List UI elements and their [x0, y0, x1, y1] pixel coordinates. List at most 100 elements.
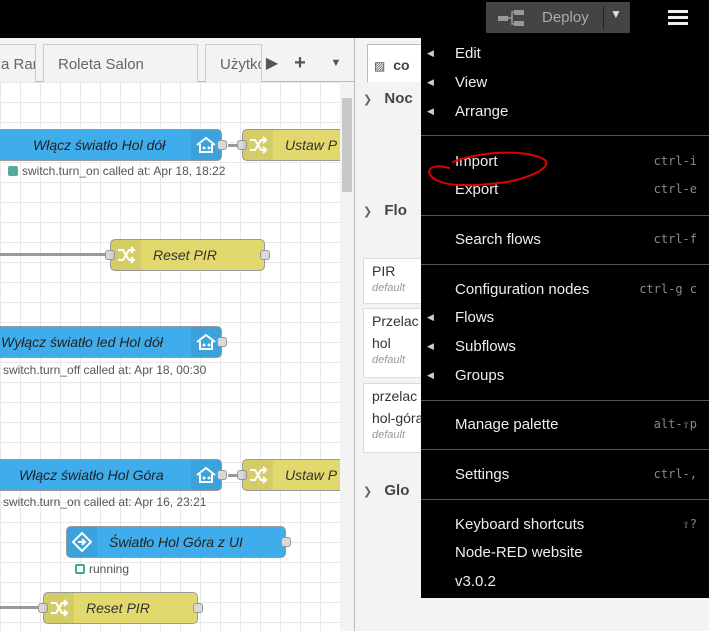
deploy-separator — [603, 6, 604, 29]
scroll-tabs-right-icon[interactable]: ▶ — [262, 48, 282, 78]
tab-list-chevron-down-icon[interactable]: ▼ — [326, 48, 346, 78]
menu-item-label: Flows — [455, 308, 495, 326]
status-ring — [75, 564, 85, 574]
sidebar-tab-label: co — [393, 57, 410, 73]
service-node[interactable]: Wyłącz światło led Hol dół — [0, 326, 227, 358]
tab-roleta-salon[interactable]: Roleta Salon — [43, 44, 198, 82]
node-status: switch.turn_on called at: Apr 16, 23:21 — [3, 495, 206, 509]
main-menu-button[interactable] — [664, 4, 694, 32]
tab-flow-1[interactable]: a Rar — [0, 44, 36, 82]
menu-item-label: Node-RED website — [455, 543, 583, 561]
menu-item-shortcut: ⇧? — [682, 517, 697, 531]
status-text: switch.turn_off called at: Apr 18, 00:30 — [3, 363, 207, 377]
shuffle-icon — [44, 593, 74, 623]
wire — [0, 606, 40, 609]
output-port[interactable] — [217, 337, 227, 347]
caret-left-icon: ◀ — [427, 105, 434, 116]
output-port[interactable] — [193, 603, 203, 613]
node-label: Ustaw P — [285, 137, 338, 153]
tab-label: a Rar — [1, 56, 36, 73]
shuffle-icon — [243, 130, 273, 160]
menu-item-groups[interactable]: ◀ Groups — [421, 361, 709, 389]
menu-item-label: Groups — [455, 366, 505, 384]
menu-item-label: Settings — [455, 465, 510, 483]
menu-item-node-red-website[interactable]: Node-RED website — [421, 538, 709, 566]
deploy-button[interactable]: Deploy ▼ — [486, 2, 630, 33]
node-label: Włącz światło Hol Góra — [19, 467, 164, 483]
menu-item-label: Edit — [455, 44, 481, 62]
add-flow-icon[interactable]: + — [288, 48, 312, 78]
menu-item-label: Manage palette — [455, 415, 559, 433]
tab-label: Roleta Salon — [58, 56, 144, 73]
node-label: Reset PIR — [153, 247, 217, 263]
node-label: Reset PIR — [86, 600, 150, 616]
menu-item-keyboard-shortcuts[interactable]: Keyboard shortcuts ⇧? — [421, 510, 709, 538]
node-label: Wyłącz światło led Hol dół — [1, 334, 163, 350]
output-port[interactable] — [217, 470, 227, 480]
caret-left-icon: ◀ — [427, 369, 434, 380]
main-menu-dropdown: ◀ Edit ◀ View ◀ Arrange Import ctrl-i Ex… — [421, 38, 709, 598]
menu-item-label: Search flows — [455, 230, 541, 248]
menu-item-edit[interactable]: ◀ Edit — [421, 39, 709, 67]
menu-item-search-flows[interactable]: Search flows ctrl-f — [421, 225, 709, 253]
scrollbar-thumb[interactable] — [342, 98, 352, 192]
chevron-down-icon: ❯ — [363, 94, 373, 106]
hamburger-bar — [668, 16, 688, 19]
canvas-vertical-scrollbar[interactable] — [340, 82, 354, 631]
deploy-dropdown-icon[interactable]: ▼ — [610, 7, 622, 21]
menu-item-flows[interactable]: ◀ Flows — [421, 303, 709, 331]
shuffle-icon — [111, 240, 141, 270]
menu-item-shortcut: ctrl-g c — [639, 282, 697, 296]
change-node[interactable]: Ustaw P — [237, 129, 340, 161]
output-port[interactable] — [281, 537, 291, 547]
menu-separator — [421, 449, 709, 450]
section-title: Noc — [384, 90, 413, 107]
menu-item-view[interactable]: ◀ View — [421, 68, 709, 96]
menu-item-configuration-nodes[interactable]: Configuration nodes ctrl-g c — [421, 275, 709, 303]
menu-separator — [421, 400, 709, 401]
caret-left-icon: ◀ — [427, 311, 434, 322]
section-title: Glo — [384, 482, 410, 499]
menu-item-settings[interactable]: Settings ctrl-, — [421, 460, 709, 488]
change-node[interactable]: Ustaw P — [237, 459, 340, 491]
menu-item-label: Arrange — [455, 102, 509, 120]
menu-separator — [421, 135, 709, 136]
caret-left-icon: ◀ — [427, 340, 434, 351]
hamburger-bar — [668, 22, 688, 25]
workspace: a Rar Roleta Salon Użytkc ▶ + ▼ Włącz św… — [0, 38, 354, 631]
reset-pir-node[interactable]: Reset PIR — [105, 239, 270, 271]
menu-item-arrange[interactable]: ◀ Arrange — [421, 97, 709, 125]
menu-item-shortcut: ctrl-e — [653, 182, 697, 196]
caret-left-icon: ◀ — [427, 47, 434, 58]
service-node[interactable]: Włącz światło Hol dół — [0, 129, 227, 161]
menu-item-label: Keyboard shortcuts — [455, 515, 585, 533]
service-node[interactable]: Włącz światło Hol Góra — [0, 459, 227, 491]
ui-input-node[interactable]: Światło Hol Góra z UI — [66, 526, 291, 558]
flow-tab-bar: a Rar Roleta Salon Użytkc ▶ + ▼ — [0, 38, 354, 82]
node-label: Światło Hol Góra z UI — [109, 534, 243, 550]
node-status: switch.turn_on called at: Apr 18, 18:22 — [8, 164, 225, 178]
red-annotation-scribble — [428, 151, 548, 187]
tab-uzytkownicy[interactable]: Użytkc — [205, 44, 262, 82]
menu-item-shortcut: ctrl-i — [653, 154, 697, 168]
menu-item-label: Subflows — [455, 337, 516, 355]
menu-separator — [421, 499, 709, 500]
node-label: Ustaw P — [285, 467, 338, 483]
node-status: switch.turn_off called at: Apr 18, 00:30 — [3, 363, 206, 377]
menu-item-shortcut: alt-⇧p — [653, 417, 697, 431]
node-status: running — [75, 562, 129, 576]
chevron-down-icon: ❯ — [363, 486, 373, 498]
flow-canvas[interactable]: Włącz światło Hol dół switch.turn_on cal… — [0, 82, 340, 631]
menu-item-manage-palette[interactable]: Manage palette alt-⇧p — [421, 410, 709, 438]
version-label: v3.0.2 — [455, 572, 496, 590]
shuffle-icon — [243, 460, 273, 490]
output-port[interactable] — [217, 140, 227, 150]
status-text: switch.turn_on called at: Apr 16, 23:21 — [3, 495, 207, 509]
arrow-in-icon — [67, 527, 97, 557]
menu-item-subflows[interactable]: ◀ Subflows — [421, 332, 709, 360]
reset-pir-node[interactable]: Reset PIR — [38, 592, 203, 624]
deploy-icon — [498, 10, 524, 26]
status-text: switch.turn_on called at: Apr 18, 18:22 — [22, 164, 226, 178]
output-port[interactable] — [260, 250, 270, 260]
menu-separator — [421, 215, 709, 216]
